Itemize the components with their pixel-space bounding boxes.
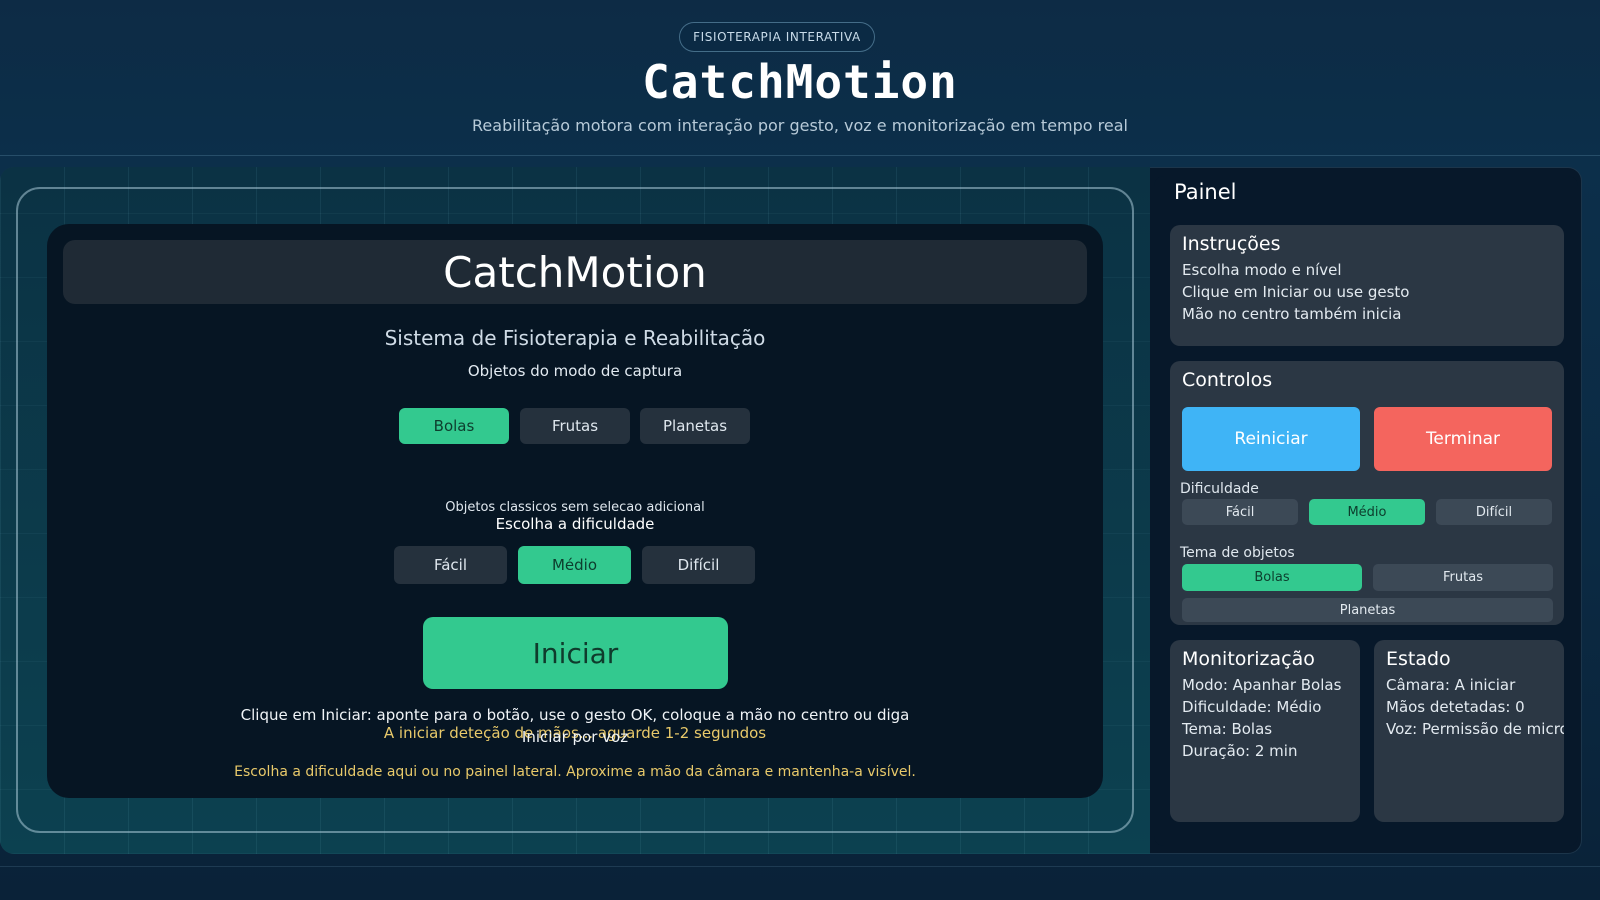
monitoring-line: Modo: Apanhar Bolas	[1182, 676, 1342, 694]
status-card: Estado Câmara: A iniciar Mãos detetadas:…	[1374, 640, 1564, 822]
difficulty-hint-note: Escolha a dificuldade aqui ou no painel …	[234, 764, 916, 780]
object-option-frutas[interactable]: Frutas	[520, 408, 630, 444]
difficulty-option-medio[interactable]: Médio	[518, 546, 631, 584]
panel-title: Painel	[1174, 180, 1237, 204]
difficulty-option-dificil[interactable]: Difícil	[642, 546, 755, 584]
header-badge: FISIOTERAPIA INTERATIVA	[679, 22, 875, 52]
monitoring-title: Monitorização	[1182, 648, 1315, 670]
monitoring-line: Dificuldade: Médio	[1182, 698, 1322, 716]
classic-objects-note: Objetos classicos sem selecao adicional	[445, 500, 705, 515]
status-title: Estado	[1386, 648, 1451, 670]
page-subtitle: Reabilitação motora com interação por ge…	[472, 116, 1128, 135]
status-line: Câmara: A iniciar	[1386, 676, 1516, 694]
panel-theme-label: Tema de objetos	[1180, 545, 1295, 561]
end-button[interactable]: Terminar	[1374, 407, 1552, 471]
page-header: FISIOTERAPIA INTERATIVA CatchMotion Reab…	[0, 0, 1600, 156]
monitoring-line: Tema: Bolas	[1182, 720, 1273, 738]
instruction-line: Escolha modo e nível	[1182, 261, 1342, 279]
instruction-line: Clique em Iniciar ou use gesto	[1182, 283, 1410, 301]
system-title: Sistema de Fisioterapia e Reabilitação	[384, 326, 766, 350]
panel-theme-frutas[interactable]: Frutas	[1373, 564, 1553, 591]
object-option-bolas[interactable]: Bolas	[399, 408, 509, 444]
page-title: CatchMotion	[642, 55, 958, 109]
object-modes-label: Objetos do modo de captura	[467, 362, 683, 380]
difficulty-option-facil[interactable]: Fácil	[394, 546, 507, 584]
panel-difficulty-label: Dificuldade	[1180, 481, 1259, 497]
instructions-card: Instruções Escolha modo e nível Clique e…	[1170, 225, 1564, 346]
restart-button[interactable]: Reiniciar	[1182, 407, 1360, 471]
start-button[interactable]: Iniciar	[423, 617, 728, 689]
start-hint: Clique em Iniciar: aponte para o botão, …	[240, 706, 910, 724]
difficulty-label: Escolha a dificuldade	[495, 515, 655, 533]
panel-theme-planetas[interactable]: Planetas	[1182, 598, 1553, 622]
monitoring-card: Monitorização Modo: Apanhar Bolas Dificu…	[1170, 640, 1360, 822]
panel-difficulty-facil[interactable]: Fácil	[1182, 499, 1298, 525]
game-title: CatchMotion	[63, 240, 1087, 304]
panel-difficulty-dificil[interactable]: Difícil	[1436, 499, 1552, 525]
instructions-title: Instruções	[1182, 233, 1281, 255]
controls-card: Controlos Reiniciar Terminar Dificuldade…	[1170, 361, 1564, 625]
instruction-line: Mão no centro também inicia	[1182, 305, 1402, 323]
controls-title: Controlos	[1182, 369, 1273, 391]
status-line: Mãos detetadas: 0	[1386, 698, 1525, 716]
object-option-planetas[interactable]: Planetas	[640, 408, 750, 444]
voice-hint-overflow: Iniciar por voz	[521, 728, 629, 746]
panel-theme-bolas[interactable]: Bolas	[1182, 564, 1362, 591]
footer-divider	[0, 866, 1600, 867]
header-divider	[0, 155, 1600, 156]
status-line: Voz: Permissão de microfone	[1386, 720, 1564, 738]
panel-difficulty-medio[interactable]: Médio	[1309, 499, 1425, 525]
monitoring-line: Duração: 2 min	[1182, 742, 1298, 760]
